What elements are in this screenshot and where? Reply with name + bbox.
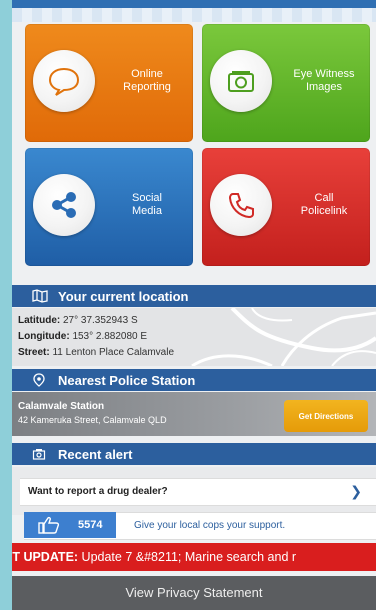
current-location-title: Your current location [58, 289, 189, 304]
map-icon [32, 289, 48, 303]
speech-bubble-icon [48, 67, 80, 96]
phone-icon [228, 193, 254, 219]
support-text: Give your local cops your support. [134, 520, 286, 531]
longitude-line: Longitude: 153° 2.882080 E [18, 331, 148, 342]
online-reporting-label: Online Reporting [123, 68, 171, 93]
call-policelink-label: Call Policelink [300, 192, 348, 217]
top-accent-bar [12, 0, 376, 8]
report-drug-dealer-row[interactable]: Want to report a drug dealer? ❯ [20, 478, 376, 506]
street-line: Street: 11 Lenton Place Calamvale [18, 347, 175, 358]
like-count: 5574 [78, 519, 103, 531]
chevron-right-icon: ❯ [350, 483, 362, 499]
online-reporting-icon-circle [33, 50, 95, 112]
location-pin-icon [33, 373, 45, 387]
camera-icon [228, 71, 254, 92]
latitude-line: Latitude: 27° 37.352943 S [18, 315, 138, 326]
recent-alert-title: Recent alert [58, 447, 133, 462]
social-media-label: Social Media [132, 192, 162, 217]
app-screen: Online Reporting Eye Witness Images Soci… [12, 0, 376, 610]
eye-witness-label: Eye Witness Images [293, 68, 355, 93]
location-map[interactable]: Latitude: 27° 37.352943 S Longitude: 153… [12, 308, 376, 366]
station-address: 42 Kameruka Street, Calamvale QLD [18, 415, 167, 425]
social-media-icon-circle [33, 174, 95, 236]
get-directions-button[interactable]: Get Directions [284, 400, 368, 432]
station-name: Calamvale Station [18, 401, 105, 412]
news-ticker[interactable]: ST UPDATE: Update 7 &#8211; Marine searc… [12, 543, 376, 571]
call-policelink-icon-circle [210, 174, 272, 236]
current-location-header: Your current location [12, 285, 376, 307]
drug-dealer-prompt: Want to report a drug dealer? [28, 486, 168, 497]
alert-camera-icon [32, 449, 46, 460]
eye-witness-images-tile[interactable]: Eye Witness Images [202, 24, 370, 142]
eye-witness-icon-circle [210, 50, 272, 112]
thumbs-up-icon [38, 516, 60, 534]
nearest-station-header: Nearest Police Station [12, 369, 376, 391]
recent-alert-header: Recent alert [12, 443, 376, 465]
nearest-station-panel[interactable]: Calamvale Station 42 Kameruka Street, Ca… [12, 392, 376, 436]
like-button[interactable]: 5574 [24, 512, 116, 538]
ticker-text: ST UPDATE: Update 7 &#8211; Marine searc… [12, 550, 297, 564]
online-reporting-tile[interactable]: Online Reporting [25, 24, 193, 142]
share-icon [52, 192, 76, 218]
social-media-tile[interactable]: Social Media [25, 148, 193, 266]
nearest-station-title: Nearest Police Station [58, 373, 196, 388]
view-privacy-statement-button[interactable]: View Privacy Statement [12, 576, 376, 610]
call-policelink-tile[interactable]: Call Policelink [202, 148, 370, 266]
